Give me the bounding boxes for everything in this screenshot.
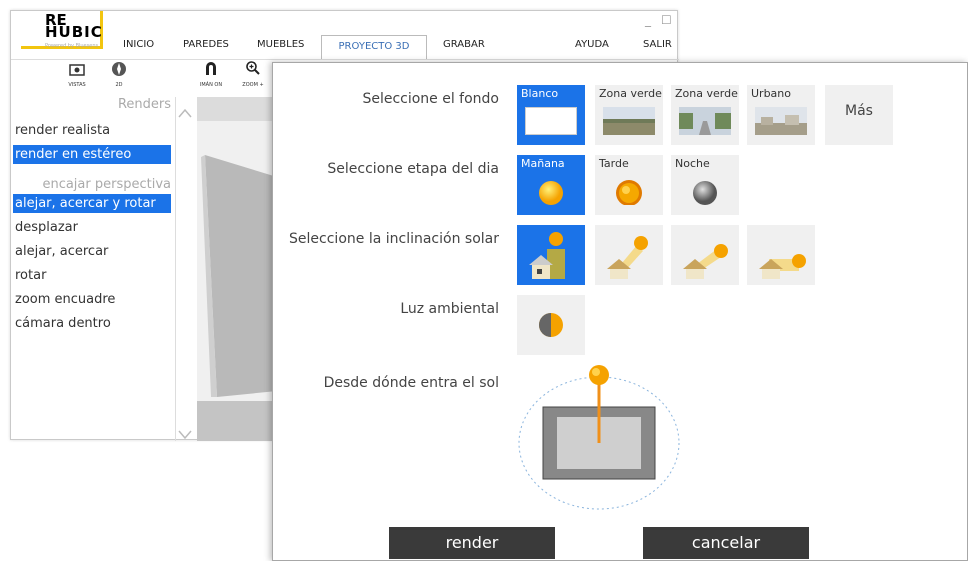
ambient-light-option[interactable] xyxy=(517,295,585,355)
sidebar-item-alejar-acercar[interactable]: alejar, acercar xyxy=(13,242,171,261)
sun-icon xyxy=(539,181,563,205)
sidebar-item-render-realista[interactable]: render realista xyxy=(13,121,171,140)
minimize-button[interactable]: _ xyxy=(645,13,651,27)
tab-proyecto-3d[interactable]: PROYECTO 3D xyxy=(321,35,427,59)
sidebar: Renders render realista render en estére… xyxy=(11,97,173,441)
daytime-label: Seleccione etapa del dia xyxy=(327,161,499,177)
inclination-option-1[interactable] xyxy=(517,225,585,285)
sidebar-item-rotar[interactable]: rotar xyxy=(13,266,171,285)
sidebar-item-alejar-acercar-rotar[interactable]: alejar, acercar y rotar xyxy=(13,194,171,213)
sidebar-item-desplazar[interactable]: desplazar xyxy=(13,218,171,237)
green-street-thumbnail xyxy=(679,107,731,135)
background-option-zona-verde-1[interactable]: Zona verde xyxy=(595,85,663,145)
ambient-light-icon xyxy=(539,313,563,337)
sidebar-item-render-estereo[interactable]: render en estéreo xyxy=(13,145,171,164)
daytime-option-manana[interactable]: Mañana xyxy=(517,155,585,215)
ambient-light-label: Luz ambiental xyxy=(400,301,499,317)
menu-salir[interactable]: SALIR xyxy=(643,39,672,50)
sun-handle-icon[interactable] xyxy=(589,365,609,385)
menu-paredes[interactable]: PAREDES xyxy=(183,39,229,50)
inclination-option-3[interactable] xyxy=(671,225,739,285)
inclination-label: Seleccione la inclinación solar xyxy=(289,231,499,247)
zoom-in-icon xyxy=(233,60,273,82)
background-option-urbano[interactable]: Urbano xyxy=(747,85,815,145)
background-option-zona-verde-2[interactable]: Zona verde xyxy=(671,85,739,145)
toolbar-iman[interactable]: IMÁN ON xyxy=(191,60,231,88)
sidebar-header: Renders xyxy=(117,97,171,112)
magnet-icon xyxy=(191,60,231,82)
toolbar-2d[interactable]: 2D xyxy=(99,60,139,88)
menu-grabar[interactable]: GRABAR xyxy=(443,39,485,50)
render-settings-dialog: Seleccione el fondo Blanco Zona verde Zo… xyxy=(272,62,968,561)
sidebar-item-zoom-encuadre[interactable]: zoom encuadre xyxy=(13,290,171,309)
daytime-option-noche[interactable]: Noche xyxy=(671,155,739,215)
house-sun-low-icon xyxy=(759,254,806,279)
sun-direction-diagram xyxy=(518,365,680,510)
inclination-option-2[interactable] xyxy=(595,225,663,285)
3d-viewport[interactable] xyxy=(197,97,277,441)
house-sun-high-icon xyxy=(529,232,565,279)
background-label: Seleccione el fondo xyxy=(362,91,499,107)
sun-direction-label: Desde dónde entra el sol xyxy=(323,375,499,391)
sidebar-subheader: encajar perspectiva xyxy=(42,177,171,192)
app-logo: RE HUBIC Powered by Bluesens xyxy=(21,11,103,57)
background-option-mas[interactable]: Más xyxy=(825,85,893,145)
background-option-blanco[interactable]: Blanco xyxy=(517,85,585,145)
menu-muebles[interactable]: MUEBLES xyxy=(257,39,304,50)
toolbar-zoom[interactable]: ZOOM + xyxy=(233,60,273,88)
camera-icon xyxy=(57,60,97,82)
daytime-option-tarde[interactable]: Tarde xyxy=(595,155,663,215)
moon-icon xyxy=(693,181,717,205)
cancel-button[interactable]: cancelar xyxy=(643,527,809,559)
scroll-arrows-icon xyxy=(178,108,192,440)
white-background-thumbnail xyxy=(525,107,577,135)
room-walls-icon xyxy=(197,97,277,441)
inclination-option-4[interactable] xyxy=(747,225,815,285)
sidebar-item-camara-dentro[interactable]: cámara dentro xyxy=(13,314,171,333)
urban-thumbnail xyxy=(755,107,807,135)
menu-inicio[interactable]: INICIO xyxy=(123,39,154,50)
menu-ayuda[interactable]: AYUDA xyxy=(575,39,609,50)
house-sun-steep-icon xyxy=(607,236,648,279)
maximize-button[interactable]: ☐ xyxy=(661,13,672,27)
house-sun-mid-icon xyxy=(683,244,728,279)
green-zone-thumbnail xyxy=(603,107,655,135)
sun-direction-control[interactable] xyxy=(517,363,681,513)
afternoon-sun-icon xyxy=(616,180,642,205)
sidebar-scrollbar[interactable] xyxy=(175,97,195,441)
compass-icon xyxy=(99,60,139,82)
toolbar-vistas[interactable]: VISTAS xyxy=(57,60,97,88)
render-button[interactable]: render xyxy=(389,527,555,559)
